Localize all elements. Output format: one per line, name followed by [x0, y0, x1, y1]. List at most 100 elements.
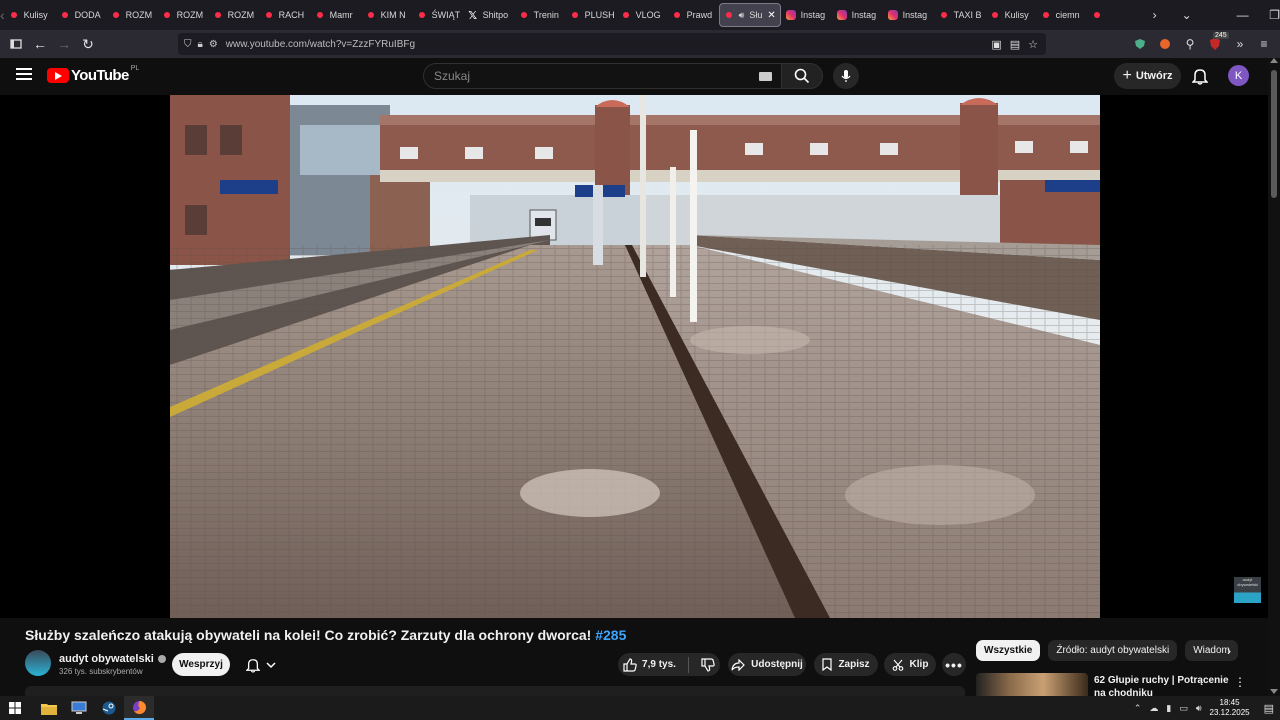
recommended-video-title[interactable]: 62 Głupie ruchy | Potrącenie na chodniku	[1094, 674, 1234, 696]
youtube-icon	[519, 10, 529, 20]
subscriber-count: 326 tys. subskrybentów	[59, 667, 143, 676]
browser-tab[interactable]: TAXI B	[935, 3, 985, 27]
browser-tab[interactable]: VLOG	[617, 3, 667, 27]
app-menu-icon[interactable]: ≡	[1254, 34, 1274, 54]
browser-tab[interactable]: ŚWIĄT	[413, 3, 463, 27]
vpn-extension-icon[interactable]	[1130, 34, 1150, 54]
more-vertical-icon[interactable]: ⋮	[1234, 675, 1246, 689]
reload-icon[interactable]: ↻	[76, 32, 100, 56]
bookmark-icon	[822, 658, 833, 671]
page-scrollbar[interactable]	[1268, 58, 1280, 696]
browser-tab[interactable]: ROZM	[107, 3, 157, 27]
minimize-icon[interactable]: —	[1227, 0, 1259, 30]
restore-icon[interactable]: ❐	[1259, 0, 1280, 30]
youtube-icon	[213, 10, 223, 20]
channel-watermark[interactable]: audyt obywatelski	[1234, 577, 1261, 603]
browser-tab[interactable]: Instag	[884, 3, 934, 27]
recommended-video[interactable]: 62 Głupie ruchy | Potrącenie na chodniku…	[976, 673, 1266, 696]
browser-tab[interactable]: RACH	[260, 3, 310, 27]
video-player[interactable]: audyt obywatelski	[0, 95, 1268, 618]
cloud-icon[interactable]: ☁	[1149, 703, 1158, 714]
dislike-button[interactable]	[701, 657, 715, 672]
browser-tab[interactable]: DODA	[56, 3, 106, 27]
back-icon[interactable]: ←	[28, 32, 52, 56]
video-frame[interactable]	[170, 95, 1100, 618]
scroll-down-icon[interactable]	[1270, 689, 1278, 694]
notifications-center-icon[interactable]: ▤	[1264, 702, 1274, 715]
browser-tab-label: Trenin	[533, 10, 559, 20]
more-actions-button[interactable]: •••	[942, 653, 966, 676]
chevron-down-icon	[266, 661, 276, 668]
browser-tab[interactable]: 𝕏 Shitpo	[464, 3, 514, 27]
description-panel[interactable]	[25, 686, 965, 696]
notifications-button[interactable]	[1189, 64, 1211, 88]
bookmark-star-icon[interactable]: ☆	[1028, 38, 1038, 51]
clip-button[interactable]: Klip	[884, 653, 936, 676]
browser-tab[interactable]: 🔊︎ Słu ✕	[718, 3, 781, 27]
usb-icon[interactable]: ▮	[1166, 703, 1171, 714]
browser-tab[interactable]: Mamr	[311, 3, 361, 27]
extensions-puzzle-icon[interactable]: ⚲	[1180, 34, 1200, 54]
browser-tab[interactable]: Kulisy	[986, 3, 1036, 27]
filter-chip[interactable]: Źródło: audyt obywatelski	[1048, 640, 1178, 661]
channel-name[interactable]: audyt obywatelski	[59, 653, 166, 665]
permissions-icon[interactable]: ⚙	[209, 39, 218, 50]
plus-icon: +	[1122, 67, 1132, 84]
reader-view-icon[interactable]: ▤	[1010, 38, 1020, 51]
network-app-taskbar-icon[interactable]	[64, 696, 94, 720]
browser-tab-label: Prawd	[686, 10, 713, 20]
sidebar-toggle-icon[interactable]	[4, 32, 28, 56]
tab-list-dropdown-icon[interactable]: ⌄	[1171, 0, 1203, 30]
firefox-taskbar-icon[interactable]	[124, 696, 154, 720]
video-hashtag[interactable]: #285	[595, 627, 626, 643]
save-button[interactable]: Zapisz	[814, 653, 878, 676]
filter-chip[interactable]: Wszystkie	[976, 640, 1041, 661]
browser-tab[interactable]: PLUSH	[566, 3, 616, 27]
overflow-chevron-icon[interactable]: »	[1230, 34, 1250, 54]
browser-tab[interactable]: Kulisy	[5, 3, 55, 27]
lock-icon[interactable]: 🔒︎	[198, 39, 203, 50]
tab-audio-icon[interactable]: 🔊︎	[739, 10, 745, 21]
tab-scroll-right-icon[interactable]: ›	[1139, 0, 1171, 30]
account-avatar[interactable]: K	[1228, 65, 1249, 86]
browser-tab[interactable]: ROZM	[158, 3, 208, 27]
forward-icon[interactable]: →	[52, 32, 76, 56]
voice-search-button[interactable]	[833, 63, 859, 89]
support-button[interactable]: Wesprzyj	[172, 653, 230, 676]
steam-taskbar-icon[interactable]	[94, 696, 124, 720]
extension-icon[interactable]	[1155, 34, 1175, 54]
browser-tab[interactable]: ROZM	[209, 3, 259, 27]
volume-icon[interactable]: 🔊︎	[1196, 703, 1202, 714]
like-button[interactable]: 7,9 tys.	[623, 657, 676, 672]
youtube-logo[interactable]: YouTube PL	[47, 65, 139, 84]
browser-tab[interactable]: KIM N	[362, 3, 412, 27]
scrollbar-thumb[interactable]	[1271, 70, 1277, 198]
adblock-extension-icon[interactable]: 245	[1205, 32, 1229, 54]
tracking-shield-icon[interactable]: ⛉	[184, 39, 192, 50]
share-button[interactable]: Udostępnij	[728, 653, 806, 676]
channel-avatar[interactable]	[25, 650, 51, 676]
browser-tab[interactable]: Instag	[833, 3, 883, 27]
browser-tab[interactable]	[1088, 3, 1138, 27]
create-button[interactable]: + Utwórz	[1114, 63, 1181, 89]
chips-next-icon[interactable]: ›	[1222, 643, 1236, 659]
keyboard-icon[interactable]	[759, 72, 772, 81]
search-button[interactable]	[781, 63, 823, 89]
browser-tab[interactable]: Instag	[782, 3, 832, 27]
start-button[interactable]	[0, 696, 30, 720]
browser-tab[interactable]: ciemn	[1037, 3, 1087, 27]
close-tab-icon[interactable]: ✕	[767, 10, 775, 21]
network-icon[interactable]: ▭	[1179, 703, 1188, 714]
scroll-up-icon[interactable]	[1270, 58, 1278, 63]
browser-tab[interactable]: Trenin	[515, 3, 565, 27]
tray-overflow-icon[interactable]: ⌃	[1134, 703, 1142, 714]
guide-menu-icon[interactable]	[16, 68, 32, 80]
file-explorer-taskbar-icon[interactable]	[34, 696, 64, 720]
taskbar-clock[interactable]: 18:45 23.12.2025	[1210, 698, 1250, 718]
address-bar[interactable]: ⛉ 🔒︎ ⚙ www.youtube.com/watch?v=ZzzFYRuIB…	[178, 33, 1046, 55]
browser-tab[interactable]: Prawd	[668, 3, 718, 27]
search-input[interactable]: Szukaj	[423, 63, 783, 89]
recommended-video-thumbnail[interactable]	[976, 673, 1088, 696]
picture-in-picture-icon[interactable]: ▣	[991, 38, 1001, 51]
subscription-notifications-button[interactable]	[238, 653, 284, 676]
